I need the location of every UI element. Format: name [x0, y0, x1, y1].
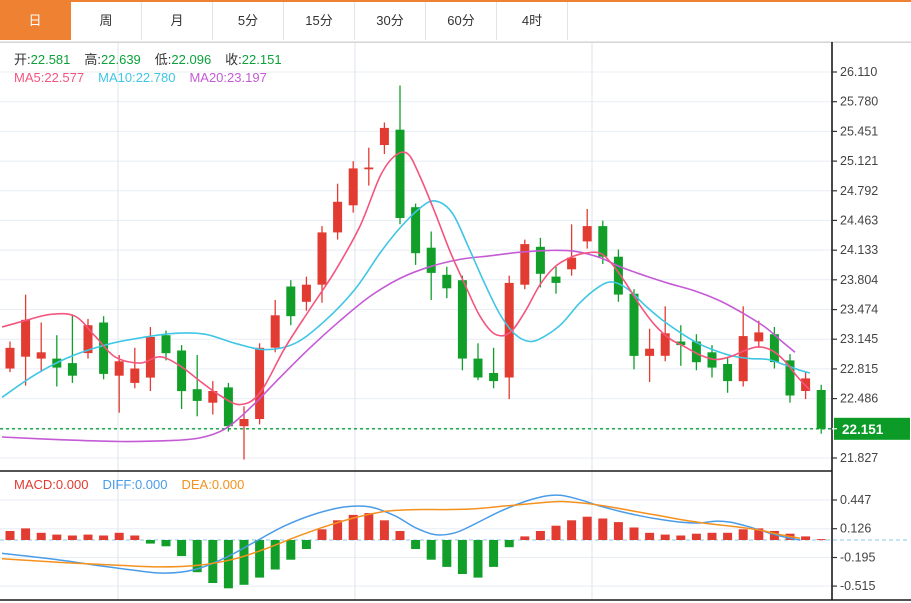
- svg-text:22.151: 22.151: [842, 422, 884, 437]
- readout-item: MACD:0.000: [14, 477, 89, 492]
- svg-text:0.447: 0.447: [840, 493, 871, 507]
- current-price-badge: 22.151: [832, 417, 910, 440]
- svg-text:21.827: 21.827: [840, 451, 878, 465]
- y-axis-labels: 26.110 25.780 25.451 25.121 24.792 24.463 24.1…: [832, 65, 878, 593]
- svg-text:25.121: 25.121: [840, 154, 878, 168]
- svg-text:23.474: 23.474: [840, 303, 878, 317]
- readout-item: 高:22.639: [84, 52, 141, 67]
- candles: [5, 85, 826, 460]
- svg-text:24.463: 24.463: [840, 213, 878, 227]
- readout-item: MA5:22.577: [14, 70, 85, 85]
- readout-item: MA20:23.197: [189, 70, 267, 85]
- svg-text:26.110: 26.110: [840, 65, 877, 79]
- svg-text:22.815: 22.815: [840, 362, 878, 376]
- readout-item: 开:22.581: [14, 52, 71, 67]
- readout-item: DEA:0.000: [181, 477, 245, 492]
- macd-histogram: [5, 513, 826, 589]
- trading-chart-app: { "tabs": { "items": [ {"label": "日", "s…: [0, 0, 911, 603]
- readout-item: 收:22.151: [225, 52, 282, 67]
- svg-text:23.804: 23.804: [840, 273, 878, 287]
- svg-text:-0.515: -0.515: [840, 579, 875, 593]
- svg-text:25.451: 25.451: [840, 124, 878, 138]
- readout-item: DIFF:0.000: [102, 477, 168, 492]
- svg-text:22.486: 22.486: [840, 392, 878, 406]
- macd-readout: MACD:0.000 DIFF:0.000 DEA:0.000: [14, 477, 258, 492]
- svg-text:25.780: 25.780: [840, 95, 878, 109]
- svg-text:0.126: 0.126: [840, 522, 871, 536]
- grid-lines: [0, 42, 832, 600]
- chart-frame: [0, 41, 911, 601]
- candlestick-chart[interactable]: 26.110 25.780 25.451 25.121 24.792 24.463 24.1…: [0, 0, 911, 603]
- svg-text:23.145: 23.145: [840, 332, 878, 346]
- svg-text:-0.195: -0.195: [840, 551, 875, 565]
- svg-text:24.133: 24.133: [840, 243, 878, 257]
- svg-text:24.792: 24.792: [840, 184, 878, 198]
- ohlc-readout: 开:22.581 高:22.639 低:22.096 收:22.151: [14, 49, 296, 68]
- readout-item: 低:22.096: [154, 52, 212, 67]
- ma-readout: MA5:22.577 MA10:22.780 MA20:23.197: [14, 70, 281, 85]
- readout-item: MA10:22.780: [98, 70, 176, 85]
